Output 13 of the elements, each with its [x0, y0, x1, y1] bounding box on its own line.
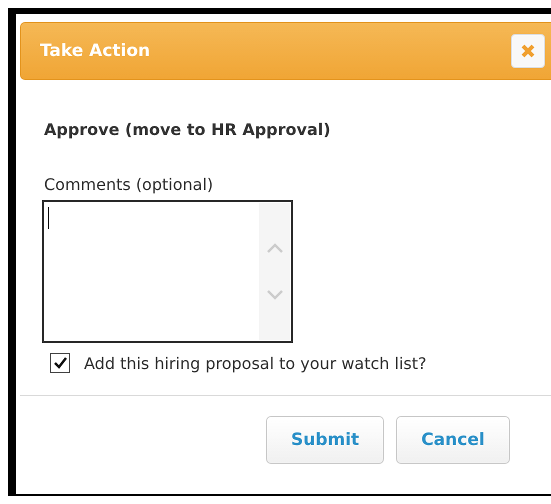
- comments-label: Comments (optional): [44, 175, 214, 194]
- dialog-button[interactable]: Cancel: [396, 416, 510, 464]
- close-icon: [520, 43, 536, 59]
- dialog-title: Take Action: [40, 41, 150, 61]
- chevron-up-icon: [266, 242, 284, 253]
- watch-list-label: Add this hiring proposal to your watch list?: [84, 354, 427, 372]
- comments-field[interactable]: [42, 200, 293, 343]
- action-heading: Approve (move to HR Approval): [44, 120, 332, 139]
- watch-list-checkbox[interactable]: [50, 353, 70, 373]
- chevron-down-icon: [266, 290, 284, 300]
- dialog-button[interactable]: Submit: [266, 416, 384, 464]
- checkmark-icon: [53, 356, 67, 370]
- scrollbar[interactable]: [259, 202, 291, 341]
